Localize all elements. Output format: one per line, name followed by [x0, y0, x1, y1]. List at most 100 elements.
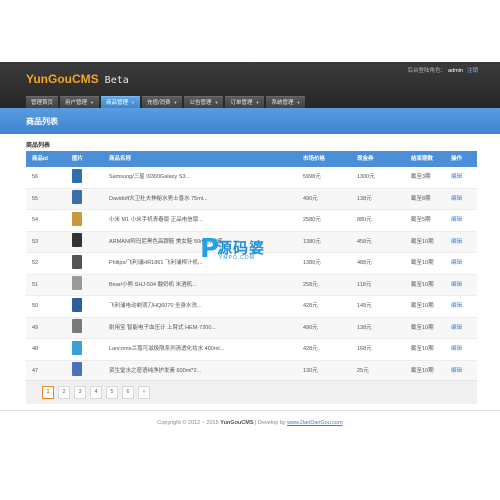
cash-coupon: 1300元 [357, 174, 375, 180]
page-button[interactable]: 1 [42, 386, 54, 399]
product-id: 53 [32, 238, 39, 245]
section-label: 商品列表 [26, 143, 51, 149]
nav-item-label: 系统管理 [271, 100, 294, 106]
product-id: 56 [32, 174, 39, 180]
market-price: 130元 [303, 367, 318, 374]
market-price: 428元 [303, 346, 318, 352]
product-name: Davidoff大卫杜夫神秘水男士香水 75ml... [109, 195, 208, 202]
table-row: 51 Bear/小熊 SHJ-504 酸奶机 米酒机... 258元 118元 截至10… [26, 274, 477, 296]
nav-item-label: 管理首页 [31, 100, 54, 106]
column-header: 结束期数 [411, 156, 434, 162]
brand-name: YunGouCMS [26, 72, 99, 86]
product-name: Bear/小熊 SHJ-504 酸奶机 米酒机... [109, 281, 197, 288]
footer: Copyright © 2012 ~ 2015 YunGouCMS | Deve… [0, 420, 500, 426]
page-button[interactable]: 2 [58, 386, 70, 399]
column-header: 现金券 [357, 156, 374, 162]
market-price: 258元 [303, 281, 318, 288]
page-button[interactable]: 3 [74, 386, 86, 399]
pagination-bar: 1 2 3 4 5 6 » [26, 380, 477, 404]
nav-item-2[interactable]: 商品管理 ▼ [101, 96, 140, 108]
nav-item-4[interactable]: 公告管理 ▼ [184, 96, 224, 108]
product-id: 55 [32, 195, 39, 202]
edit-link[interactable]: 编辑 [451, 346, 462, 352]
nav-item-3[interactable]: 充值/消费 ▼ [141, 96, 183, 108]
edit-link[interactable]: 编辑 [451, 303, 462, 309]
action-cell: 编辑 [445, 210, 477, 231]
product-id: 48 [32, 346, 39, 352]
product-image-cell [66, 318, 103, 339]
app-brand: YunGouCMS Beta [26, 72, 129, 86]
cash-coupon: 118元 [357, 281, 372, 288]
product-image-cell [66, 167, 103, 188]
edit-link[interactable]: 编辑 [451, 260, 462, 266]
cash-coupon: 25元 [357, 367, 369, 374]
table-row: 50 飞利浦电动剃须刀HQ6070 全身水洗... 428元 148元 截至10期 编辑 [26, 296, 477, 318]
column-header: 市场价格 [303, 156, 326, 162]
action-cell: 编辑 [445, 253, 477, 274]
page-title: 商品列表 [26, 117, 58, 126]
product-id: 50 [32, 303, 39, 309]
product-image-cell [66, 296, 103, 317]
product-image-cell [66, 189, 103, 210]
edit-link[interactable]: 编辑 [451, 368, 462, 374]
product-thumbnail [72, 211, 82, 226]
product-name: 资生堂水之密语纯净护发素 600ml*2... [109, 367, 202, 374]
nav-item-label: 充值/消费 [146, 100, 171, 106]
edit-link[interactable]: 编辑 [451, 282, 462, 288]
watermark-url: YMPO.COM [219, 255, 255, 261]
product-image-cell [66, 275, 103, 296]
footer-separator: | Develop by [255, 420, 286, 426]
edit-link[interactable]: 编辑 [451, 325, 462, 331]
edit-link[interactable]: 编辑 [451, 174, 462, 180]
market-price: 428元 [303, 303, 318, 309]
table-row: 48 Lancome兰蔻可滋极限系列清透化妆水 400ml... 428元 168元 截… [26, 339, 477, 361]
cash-coupon: 138元 [357, 324, 372, 331]
product-thumbnail [72, 340, 82, 355]
product-id: 54 [32, 217, 39, 223]
footer-link[interactable]: www.DanDanGou.com [287, 420, 343, 426]
product-thumbnail [72, 362, 82, 377]
edit-link[interactable]: 编辑 [451, 239, 462, 245]
end-period: 截至10期 [411, 324, 434, 331]
table-row: 55 Davidoff大卫杜夫神秘水男士香水 75ml... 490元 138元 截至8… [26, 188, 477, 210]
pagination: 1 2 3 4 5 6 » [42, 386, 150, 399]
nav-item-6[interactable]: 系统管理 ▼ [266, 96, 306, 108]
table-body: 56 Samsung/三星 I9300Galaxy S3... 5998元 1300元… [26, 167, 477, 382]
nav-item-0[interactable]: 管理首页 [26, 96, 59, 108]
table-header: 商品id 图片 商品名称 市场价格 现金券 结束期数 操作 [26, 151, 477, 167]
action-cell: 编辑 [445, 189, 477, 210]
next-page-button[interactable]: » [138, 386, 150, 399]
product-thumbnail [72, 254, 82, 269]
product-table: 商品id 图片 商品名称 市场价格 现金券 结束期数 操作 56 Samsung/三星 I93… [26, 151, 477, 382]
nav-item-1[interactable]: 用户管理 ▼ [60, 96, 99, 108]
cash-coupon: 488元 [357, 260, 372, 266]
page-button[interactable]: 5 [106, 386, 118, 399]
product-id: 47 [32, 367, 39, 374]
top-header: YunGouCMS Beta 后台登陆角色： admin 注销 管理首页 用户管理 ▼ 商品… [0, 62, 500, 108]
nav-item-label: 订单管理 [230, 100, 253, 106]
market-price: 5998元 [303, 174, 321, 180]
product-thumbnail [72, 168, 82, 183]
product-thumbnail [72, 233, 82, 248]
end-period: 截至3期 [411, 174, 431, 180]
end-period: 截至10期 [411, 281, 434, 288]
logout-link[interactable]: 注销 [467, 68, 478, 74]
market-price: 1380元 [303, 260, 321, 266]
main-nav: 管理首页 用户管理 ▼ 商品管理 ▼ 充值/消费 ▼ 公告管理 ▼ 订单管理 ▼ 系统管理 ▼ [26, 96, 306, 108]
nav-item-label: 公告管理 [189, 100, 212, 106]
table-row: 56 Samsung/三星 I9300Galaxy S3... 5998元 1300元… [26, 167, 477, 189]
action-cell: 编辑 [445, 167, 477, 188]
action-cell: 编辑 [445, 232, 477, 253]
market-price: 490元 [303, 195, 318, 202]
page-button[interactable]: 6 [122, 386, 134, 399]
cash-coupon: 458元 [357, 238, 372, 245]
page-button[interactable]: 4 [90, 386, 102, 399]
product-id: 49 [32, 324, 39, 331]
edit-link[interactable]: 编辑 [451, 196, 462, 202]
edit-link[interactable]: 编辑 [451, 217, 462, 223]
product-image-cell [66, 361, 103, 382]
product-image-cell [66, 253, 103, 274]
nav-item-5[interactable]: 订单管理 ▼ [225, 96, 265, 108]
action-cell: 编辑 [445, 361, 477, 382]
cash-coupon: 168元 [357, 346, 372, 352]
